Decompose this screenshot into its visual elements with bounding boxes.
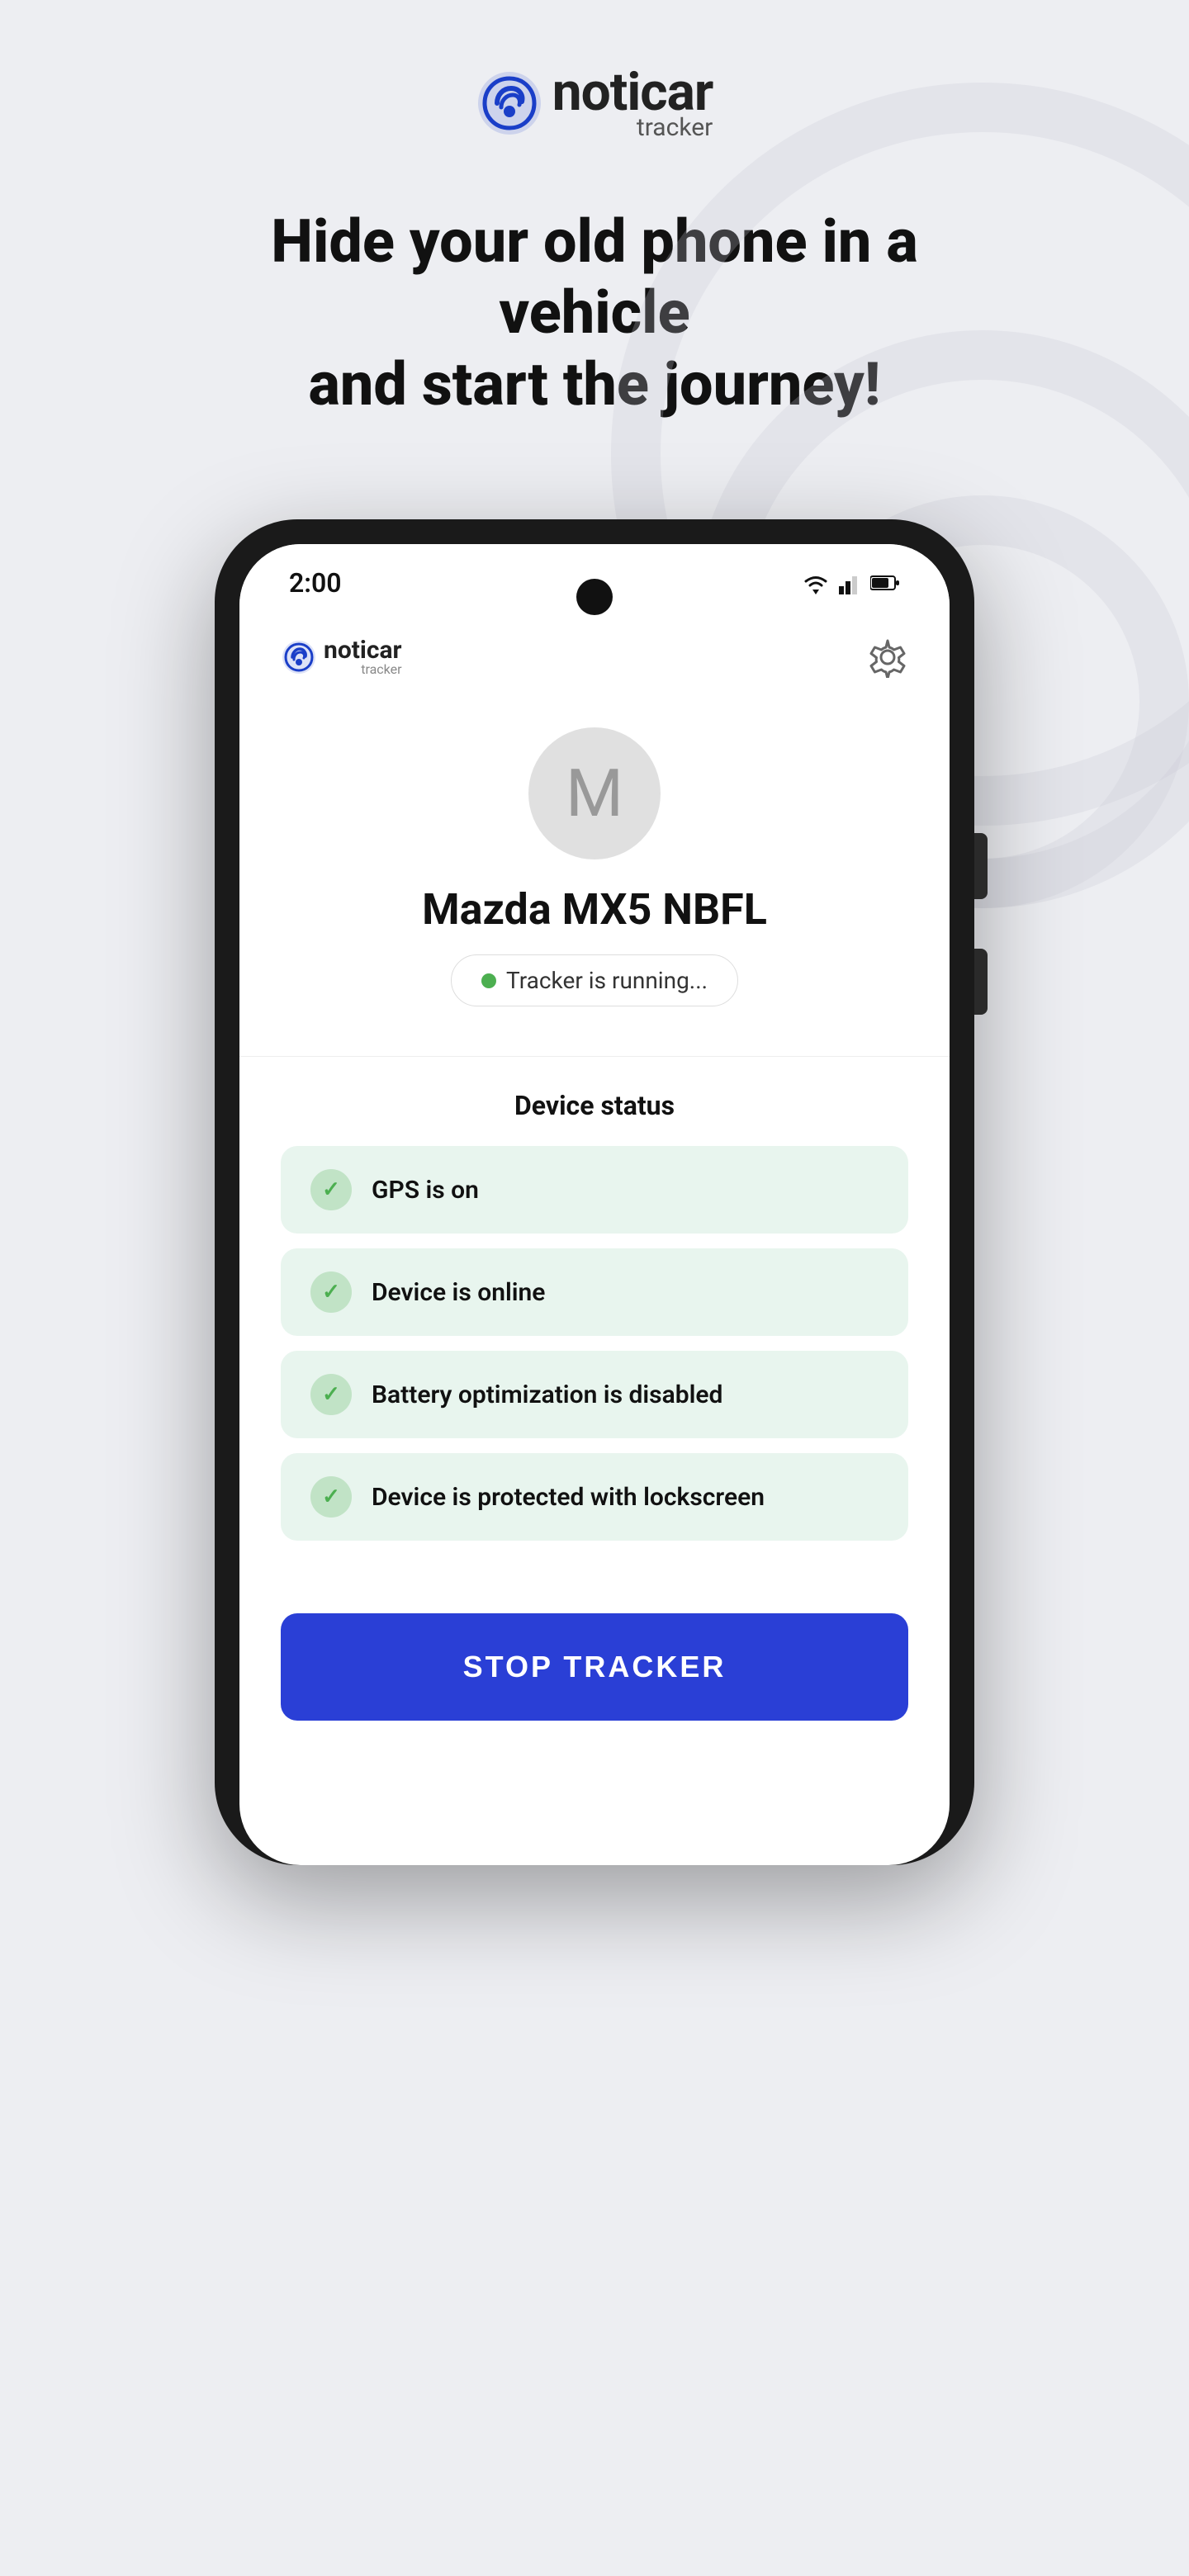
device-status-section: Device status ✓ GPS is on ✓ Device is on… xyxy=(239,1073,950,1589)
signal-icon xyxy=(839,571,862,594)
status-icons xyxy=(801,571,900,594)
status-item-gps: ✓ GPS is on xyxy=(281,1146,908,1234)
logo-container: noticar tracker xyxy=(476,66,713,140)
stop-tracker-button[interactable]: STOP TRACKER xyxy=(281,1613,908,1721)
status-item-lockscreen: ✓ Device is protected with lockscreen xyxy=(281,1453,908,1541)
logo-subtitle: tracker xyxy=(637,116,713,140)
status-text-battery: Battery optimization is disabled xyxy=(372,1380,722,1409)
hero-heading: Hide your old phone in a vehicle and sta… xyxy=(140,206,1049,420)
camera-notch xyxy=(576,579,613,615)
stop-tracker-section: STOP TRACKER xyxy=(239,1589,950,1770)
settings-icon[interactable] xyxy=(867,637,908,678)
app-logo-small-subtitle: tracker xyxy=(361,663,401,676)
app-logo-small: noticar tracker xyxy=(281,638,402,676)
app-logo-small-icon xyxy=(281,639,317,675)
noticar-logo-icon xyxy=(476,70,542,136)
tracker-status-text: Tracker is running... xyxy=(506,967,708,994)
divider xyxy=(239,1056,950,1057)
checkmark-battery: ✓ xyxy=(322,1382,340,1407)
status-text-gps: GPS is on xyxy=(372,1176,479,1205)
status-time: 2:00 xyxy=(289,567,342,599)
check-circle-online: ✓ xyxy=(310,1271,352,1313)
checkmark-online: ✓ xyxy=(322,1280,340,1305)
top-logo-area: noticar tracker xyxy=(476,66,713,140)
status-item-battery: ✓ Battery optimization is disabled xyxy=(281,1351,908,1438)
check-circle-gps: ✓ xyxy=(310,1169,352,1210)
battery-icon xyxy=(870,575,900,591)
app-header: noticar tracker xyxy=(239,612,950,694)
tracker-running-dot xyxy=(481,973,496,988)
phone-screen: 2:00 xyxy=(239,544,950,1865)
check-circle-battery: ✓ xyxy=(310,1374,352,1415)
phone-button-1 xyxy=(974,833,988,899)
vehicle-name: Mazda MX5 NBFL xyxy=(422,884,767,935)
app-logo-small-name: noticar xyxy=(324,638,402,663)
checkmark-lockscreen: ✓ xyxy=(322,1485,340,1509)
check-circle-lockscreen: ✓ xyxy=(310,1476,352,1518)
avatar-section: M Mazda MX5 NBFL Tracker is running... xyxy=(239,694,950,1039)
device-status-title: Device status xyxy=(281,1090,908,1121)
tracker-status-badge: Tracker is running... xyxy=(451,954,738,1006)
status-item-online: ✓ Device is online xyxy=(281,1248,908,1336)
logo-text: noticar tracker xyxy=(552,66,713,140)
phone-frame: 2:00 xyxy=(215,519,974,1865)
phone-button-2 xyxy=(974,949,988,1015)
wifi-icon xyxy=(801,571,831,594)
avatar-letter: M xyxy=(566,755,623,832)
app-logo-small-text: noticar tracker xyxy=(324,638,402,676)
checkmark-gps: ✓ xyxy=(322,1177,340,1202)
logo-name: noticar xyxy=(552,66,713,119)
phone-mockup: 2:00 xyxy=(215,519,974,1865)
status-text-lockscreen: Device is protected with lockscreen xyxy=(372,1483,765,1512)
status-text-online: Device is online xyxy=(372,1278,545,1307)
avatar: M xyxy=(528,727,661,859)
